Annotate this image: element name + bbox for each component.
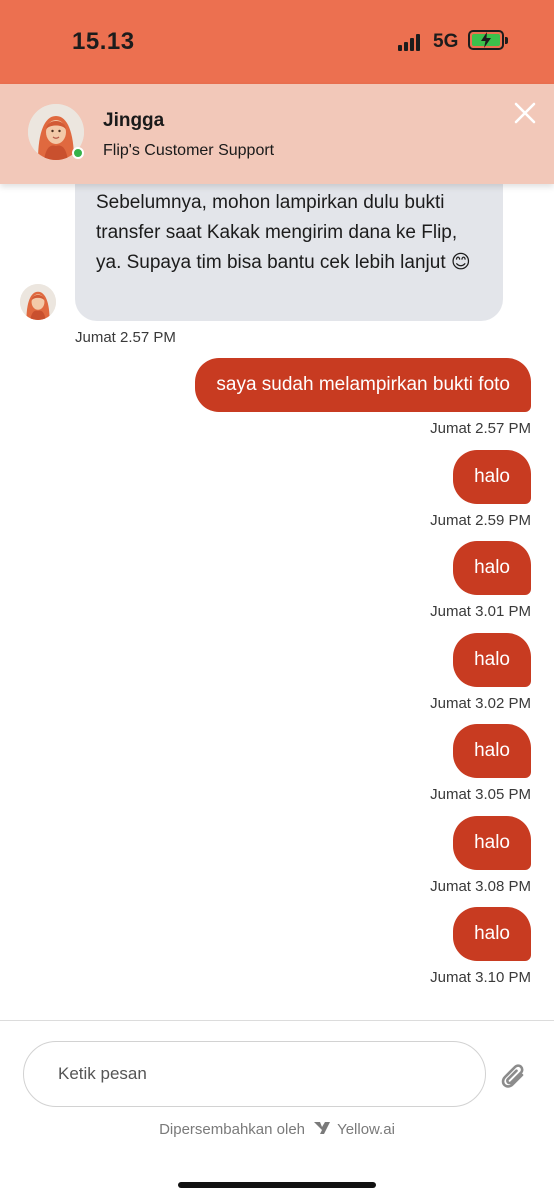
message-input-box[interactable] <box>23 1041 486 1107</box>
chat-header: Jingga Flip's Customer Support <box>0 84 554 184</box>
user-message-time: Jumat 3.02 PM <box>430 695 531 712</box>
user-message-time: Jumat 3.08 PM <box>430 878 531 895</box>
battery-icon <box>468 30 508 50</box>
user-message-bubble: halo <box>453 541 531 595</box>
user-message-time: Jumat 3.10 PM <box>430 969 531 986</box>
charging-bolt-icon <box>481 32 491 48</box>
brand-name: Yellow.ai <box>337 1121 395 1138</box>
user-message-bubble: saya sudah melampirkan bukti foto <box>195 358 531 412</box>
user-message-time: Jumat 3.01 PM <box>430 603 531 620</box>
bot-avatar <box>20 284 56 320</box>
bot-message-bubble: Sebelumnya, mohon lampirkan dulu bukti t… <box>75 184 503 321</box>
yellow-ai-logo-icon <box>314 1122 331 1134</box>
online-status-dot <box>72 147 84 159</box>
network-type: 5G <box>433 31 459 52</box>
signal-icon <box>398 33 424 51</box>
message-list[interactable]: Sebelumnya, mohon lampirkan dulu bukti t… <box>0 184 554 1020</box>
agent-role: Flip's Customer Support <box>103 142 275 159</box>
user-message-bubble: halo <box>453 450 531 504</box>
paperclip-icon[interactable] <box>500 1061 528 1093</box>
bot-message-time: Jumat 2.57 PM <box>75 329 176 346</box>
user-message-bubble: halo <box>453 724 531 778</box>
user-message-bubble: halo <box>453 633 531 687</box>
composer: Dipersembahkan oleh Yellow.ai <box>0 1020 554 1200</box>
status-time: 15.13 <box>72 28 135 55</box>
agent-name: Jingga <box>103 110 165 131</box>
user-message-time: Jumat 3.05 PM <box>430 786 531 803</box>
message-input[interactable] <box>58 1042 458 1106</box>
close-icon[interactable] <box>510 98 540 128</box>
user-message-bubble: halo <box>453 816 531 870</box>
user-message-time: Jumat 2.57 PM <box>430 420 531 437</box>
user-message-time: Jumat 2.59 PM <box>430 512 531 529</box>
powered-by-text: Dipersembahkan oleh <box>159 1121 305 1138</box>
powered-by: Dipersembahkan oleh Yellow.ai <box>0 1121 554 1138</box>
home-indicator <box>178 1182 376 1188</box>
user-message-bubble: halo <box>453 907 531 961</box>
status-bar: 15.13 5G <box>0 0 554 84</box>
